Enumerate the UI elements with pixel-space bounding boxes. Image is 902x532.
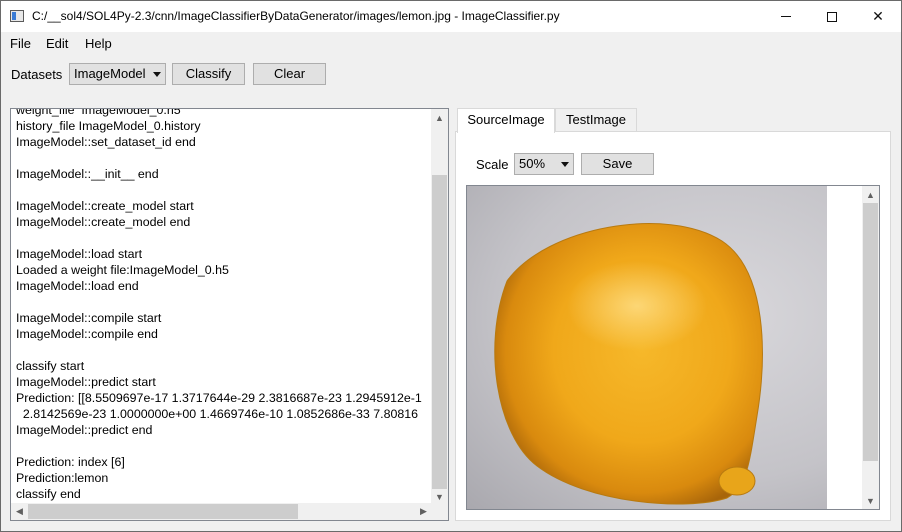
- scale-label: Scale: [476, 157, 509, 172]
- app-window: C:/__sol4/SOL4Py-2.3/cnn/ImageClassifier…: [0, 0, 902, 532]
- tab-test-image[interactable]: TestImage: [555, 108, 637, 132]
- scroll-down-icon[interactable]: ▼: [862, 492, 879, 509]
- log-text: weight_file ImageModel_0.h5 history_file…: [16, 108, 422, 501]
- datasets-label: Datasets: [11, 67, 63, 82]
- log-vscroll-thumb[interactable]: [432, 175, 447, 489]
- save-button[interactable]: Save: [581, 153, 654, 175]
- source-image-pane: Scale 50% Save ▲ ▼: [455, 131, 891, 521]
- log-vertical-scrollbar[interactable]: ▲ ▼: [431, 109, 448, 505]
- scale-combo-value: 50%: [519, 156, 546, 171]
- image-scroll-area[interactable]: ▲ ▼: [466, 185, 880, 510]
- maximize-button[interactable]: [809, 1, 855, 32]
- menu-edit[interactable]: Edit: [46, 36, 68, 51]
- scroll-up-icon[interactable]: ▲: [431, 109, 448, 126]
- scroll-corner: [431, 503, 448, 520]
- menu-bar: File Edit Help: [1, 32, 901, 54]
- lemon-image: [494, 223, 763, 505]
- menu-help[interactable]: Help: [85, 36, 112, 51]
- datasets-combo[interactable]: ImageModel: [69, 63, 166, 85]
- scroll-left-icon[interactable]: ◀: [11, 503, 28, 520]
- title-bar: C:/__sol4/SOL4Py-2.3/cnn/ImageClassifier…: [1, 1, 901, 32]
- scroll-right-icon[interactable]: ▶: [415, 503, 432, 520]
- close-icon: ✕: [872, 8, 884, 24]
- chevron-down-icon: [153, 72, 161, 77]
- image-blank-area: [827, 186, 863, 509]
- log-hscroll-thumb[interactable]: [28, 504, 298, 519]
- tab-source-image[interactable]: SourceImage: [457, 108, 555, 133]
- image-vertical-scrollbar[interactable]: ▲ ▼: [862, 186, 879, 509]
- app-icon: [10, 10, 24, 22]
- classify-button[interactable]: Classify: [172, 63, 245, 85]
- image-tab-widget: SourceImage TestImage Scale 50% Save ▲ ▼: [455, 108, 891, 521]
- window-title: C:/__sol4/SOL4Py-2.3/cnn/ImageClassifier…: [32, 9, 560, 23]
- log-horizontal-scrollbar[interactable]: ◀ ▶: [11, 503, 432, 520]
- scale-combo[interactable]: 50%: [514, 153, 574, 175]
- image-vscroll-thumb[interactable]: [863, 203, 878, 461]
- menu-file[interactable]: File: [10, 36, 31, 51]
- log-text-area[interactable]: weight_file ImageModel_0.h5 history_file…: [10, 108, 449, 521]
- clear-button[interactable]: Clear: [253, 63, 326, 85]
- scroll-up-icon[interactable]: ▲: [862, 186, 879, 203]
- chevron-down-icon: [561, 162, 569, 167]
- minimize-icon: [781, 16, 791, 17]
- minimize-button[interactable]: [763, 1, 809, 32]
- datasets-combo-value: ImageModel: [74, 66, 146, 81]
- toolbar: Datasets ImageModel Classify Clear: [1, 57, 901, 93]
- lemon-photo: [467, 186, 827, 509]
- maximize-icon: [827, 11, 837, 22]
- close-button[interactable]: ✕: [855, 1, 901, 32]
